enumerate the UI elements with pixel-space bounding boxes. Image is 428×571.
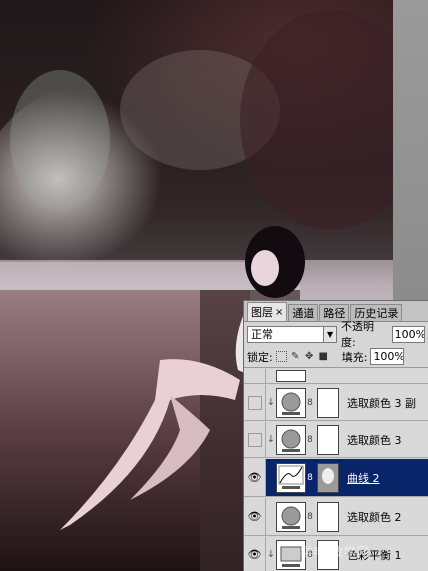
layer-name: 选取颜色 3 副 — [347, 396, 416, 410]
clip-arrow-icon: ↓ — [266, 549, 276, 560]
layer-mask[interactable] — [317, 462, 339, 493]
opacity-input[interactable]: 100% — [391, 325, 425, 343]
layers-panel[interactable]: 图层 × 通道 路径 历史记录 正常 ▼ 不透明度: 100% 锁定: ✎ ✥ … — [243, 300, 428, 571]
layer-mask[interactable] — [317, 387, 339, 418]
link-icon: 8 — [307, 434, 313, 445]
workspace-background — [393, 0, 428, 300]
lock-all-icon[interactable]: ■ — [318, 351, 329, 362]
layer-name: 选取颜色 2 — [347, 510, 402, 524]
lock-label: 锁定: — [247, 350, 273, 364]
visibility-toggle[interactable] — [244, 369, 266, 383]
fill-label: 填充: — [341, 350, 368, 364]
chevron-down-icon[interactable]: ▼ — [323, 326, 337, 342]
blend-mode-select[interactable]: 正常 ▼ — [247, 325, 338, 343]
tab-channels-label: 通道 — [292, 307, 315, 320]
close-icon[interactable]: × — [275, 307, 283, 318]
blend-mode-value: 正常 — [251, 328, 273, 341]
visibility-toggle[interactable] — [244, 385, 266, 420]
tab-layers-label: 图层 — [251, 306, 273, 319]
lock-transparency-icon[interactable] — [275, 351, 287, 362]
layer-name: 选取颜色 3 — [347, 433, 402, 447]
curves-icon — [278, 465, 304, 489]
visibility-toggle[interactable] — [244, 422, 266, 457]
layer-mask[interactable] — [317, 501, 339, 532]
blend-row: 正常 ▼ 不透明度: 100% — [244, 320, 428, 349]
layer-name: 曲线 2 — [347, 471, 380, 485]
tab-layers[interactable]: 图层 × — [247, 302, 288, 321]
clip-arrow-icon: ↓ — [266, 397, 276, 408]
tab-channels[interactable]: 通道 — [288, 304, 319, 321]
fill-input[interactable]: 100% — [370, 348, 405, 365]
layer-mask[interactable] — [317, 424, 339, 455]
adjustment-thumbnail — [276, 501, 306, 532]
selective-color-icon — [281, 429, 301, 452]
fill-value: 100% — [373, 350, 405, 363]
opacity-label: 不透明度: — [341, 320, 375, 349]
eye-off-box — [247, 395, 262, 410]
eye-icon[interactable]: 👁 — [244, 537, 266, 571]
watermark: 学电 教学网 — [300, 545, 370, 559]
lock-pixels-icon[interactable]: ✎ — [290, 351, 301, 362]
layer-row-selective-color-2[interactable]: 👁 8 选取颜色 2 — [244, 498, 428, 536]
link-icon: 8 — [307, 397, 313, 408]
eye-icon[interactable]: 👁 — [244, 498, 266, 535]
clip-arrow-icon: ↓ — [266, 434, 276, 445]
layer-row-selective-color-3[interactable]: ↓ 8 选取颜色 3 — [244, 422, 428, 458]
adjustment-thumbnail — [276, 424, 306, 455]
link-icon: 8 — [307, 472, 313, 483]
layer-row-curves-2[interactable]: 👁 8 曲线 2 — [244, 459, 428, 497]
eye-icon[interactable]: 👁 — [244, 459, 266, 496]
opacity-value: 100% — [394, 327, 425, 341]
link-icon: 8 — [307, 511, 313, 522]
layer-row[interactable] — [244, 369, 428, 384]
mask-figure-icon — [322, 467, 334, 484]
panel-tabbar: 图层 × 通道 路径 历史记录 — [244, 301, 428, 322]
eye-off-box — [247, 432, 262, 447]
adjustment-thumbnail — [276, 387, 306, 418]
selective-color-icon — [281, 392, 301, 415]
lock-row: 锁定: ✎ ✥ ■ 填充: 100% — [244, 346, 428, 368]
adjustment-thumbnail — [276, 370, 306, 382]
layer-row-selective-color-3-copy[interactable]: ↓ 8 选取颜色 3 副 — [244, 385, 428, 421]
lock-position-icon[interactable]: ✥ — [304, 351, 315, 362]
curves-thumbnail — [276, 462, 306, 493]
selective-color-icon — [281, 506, 301, 529]
